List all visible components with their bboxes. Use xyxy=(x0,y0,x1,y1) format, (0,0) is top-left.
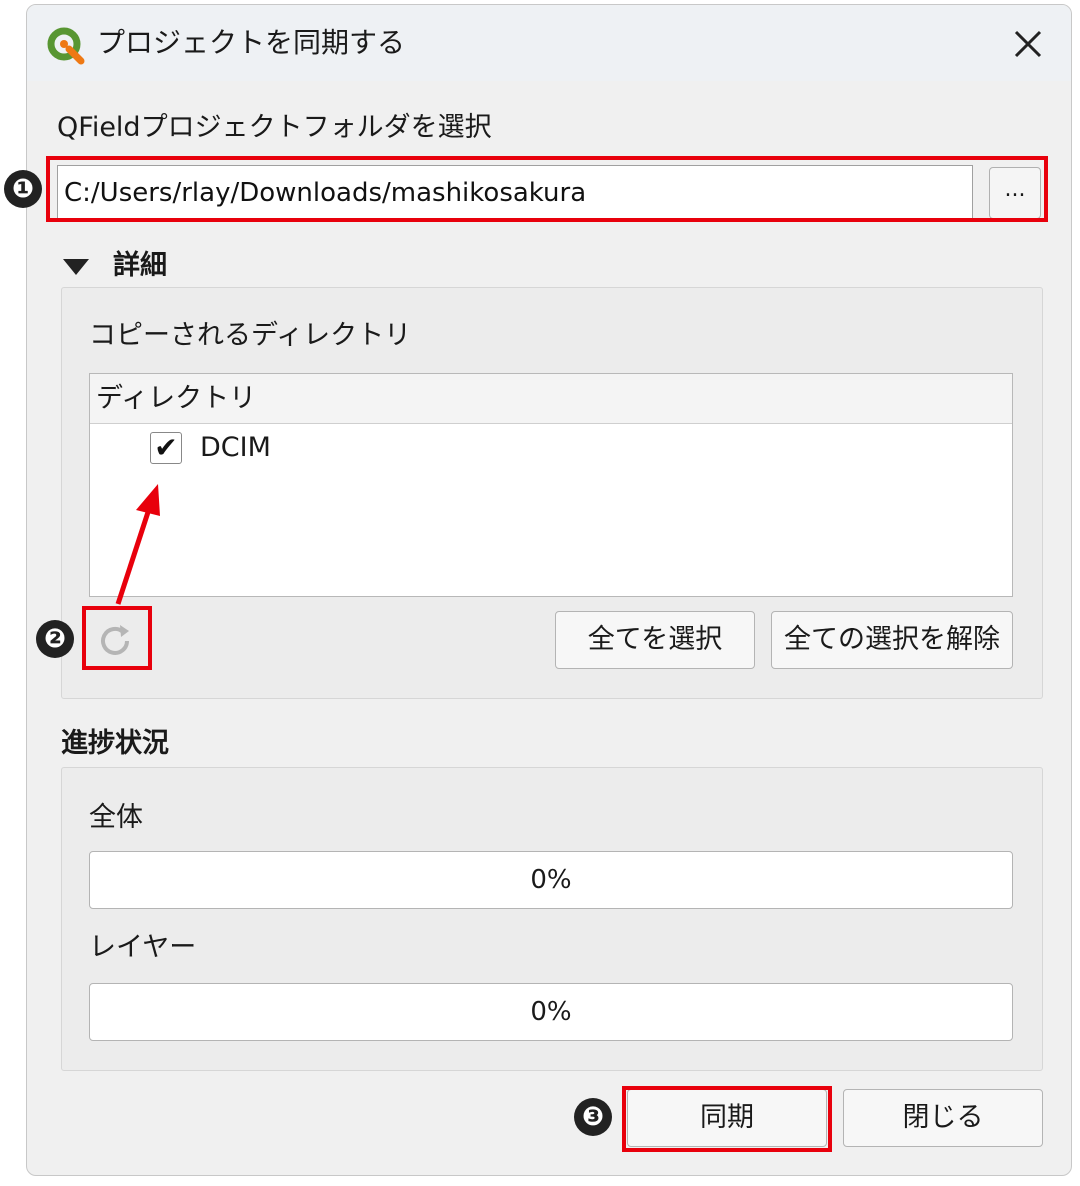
tree-item-label: DCIM xyxy=(200,432,271,463)
column-header-directory: ディレクトリ xyxy=(90,374,1012,424)
deselect-all-button[interactable]: 全ての選択を解除 xyxy=(771,611,1013,669)
marker-2: ❷ xyxy=(36,620,74,658)
window-title: プロジェクトを同期する xyxy=(97,26,406,59)
dcim-checkbox[interactable]: ✔ xyxy=(150,432,182,464)
overall-label: 全体 xyxy=(89,802,143,833)
layer-label: レイヤー xyxy=(89,932,197,963)
title-bar: プロジェクトを同期する xyxy=(27,5,1071,81)
overall-progress-bar: 0% xyxy=(89,851,1013,909)
copied-directories-label: コピーされるディレクトリ xyxy=(89,320,412,351)
close-button[interactable]: 閉じる xyxy=(843,1089,1043,1147)
progress-section-label: 進捗状況 xyxy=(61,728,169,759)
select-all-button[interactable]: 全てを選択 xyxy=(555,611,755,669)
triangle-down-icon xyxy=(63,259,89,275)
qgis-logo-icon xyxy=(47,27,85,65)
marker-1: ❶ xyxy=(4,170,42,208)
highlight-sync xyxy=(622,1086,832,1152)
close-icon[interactable] xyxy=(1003,19,1053,69)
highlight-refresh xyxy=(82,606,152,670)
details-label: 詳細 xyxy=(113,250,167,281)
highlight-folder-row xyxy=(46,156,1048,222)
annotation-arrow xyxy=(115,484,160,605)
folder-label: QFieldプロジェクトフォルダを選択 xyxy=(57,112,492,143)
directory-tree: ディレクトリ ✔ DCIM xyxy=(89,373,1013,597)
layer-progress-bar: 0% xyxy=(89,983,1013,1041)
marker-3: ❸ xyxy=(574,1098,612,1136)
